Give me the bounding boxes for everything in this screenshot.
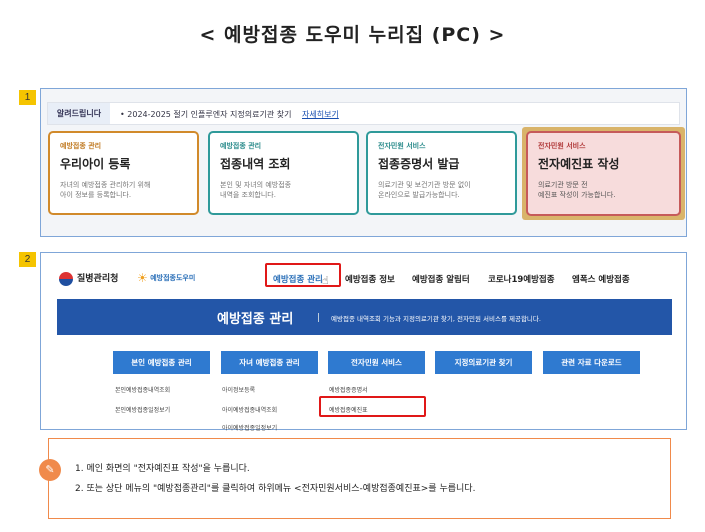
nav-mpox[interactable]: 엠폭스 예방접종 bbox=[572, 273, 630, 285]
card-desc: 온라인으로 발급가능합니다. bbox=[378, 191, 460, 199]
card-title: 우리아이 등록 bbox=[60, 157, 131, 171]
kdca-logo[interactable]: 질병관리청 bbox=[59, 271, 118, 286]
card-desc: 아이 정보를 등록합니다. bbox=[60, 191, 132, 199]
page-title: < 예방접종 도우미 누리집 (PC) > bbox=[199, 24, 506, 46]
site-logo[interactable]: ☀ 예방접종도우미 bbox=[137, 271, 195, 285]
notice-more-link[interactable]: 자세히보기 bbox=[302, 110, 339, 119]
card-certificate[interactable]: 전자민원 서비스 접종증명서 발급 의료기관 및 보건기관 방문 없이 온라인으… bbox=[366, 131, 517, 215]
instruction-note: ✎ 1. 메인 화면의 "전자예진표 작성"을 누릅니다. 2. 또는 상단 메… bbox=[39, 438, 671, 519]
highlight-submenu-box bbox=[319, 396, 426, 417]
notice-bar: 알려드립니다 • 2024-2025 절기 인플루엔자 지정의료기관 찾기 자세… bbox=[47, 102, 680, 125]
taegeuk-icon bbox=[59, 271, 73, 286]
banner-divider bbox=[318, 313, 319, 322]
banner-title: 예방접종 관리 bbox=[217, 312, 294, 327]
nav-vaccination-info[interactable]: 예방접종 정보 bbox=[345, 273, 395, 285]
menu-e-civil-service[interactable]: 전자민원 서비스 bbox=[328, 351, 425, 374]
submenu-item[interactable]: 아이정보등록 bbox=[222, 385, 255, 394]
card-register-child[interactable]: 예방접종 관리 우리아이 등록 자녀의 예방접종 관리하기 위해 아이 정보를 … bbox=[48, 131, 199, 215]
section-banner: 예방접종 관리 예방접종 내역조회 기능과 지정의료기관 찾기, 전자민원 서비… bbox=[57, 299, 672, 335]
menu-find-clinic[interactable]: 지정의료기관 찾기 bbox=[435, 351, 532, 374]
card-title: 접종증명서 발급 bbox=[378, 157, 460, 171]
card-category: 전자민원 서비스 bbox=[538, 142, 586, 150]
card-desc: 의료기관 및 보건기관 방문 없이 bbox=[378, 181, 471, 189]
notice-text: • 2024-2025 절기 인플루엔자 지정의료기관 찾기 bbox=[120, 110, 292, 119]
card-title: 접종내역 조회 bbox=[220, 157, 291, 171]
submenu-item[interactable]: 본인예방접종내역조회 bbox=[115, 385, 170, 394]
nav-vaccination-alert[interactable]: 예방접종 알림터 bbox=[412, 273, 470, 285]
submenu-item[interactable]: 본인예방접종일정보기 bbox=[115, 405, 170, 414]
step-badge-2: 2 bbox=[19, 252, 36, 267]
memo-icon: ✎ bbox=[39, 459, 61, 481]
card-title: 전자예진표 작성 bbox=[538, 157, 620, 171]
highlight-nav-box bbox=[265, 263, 341, 287]
card-desc: 자녀의 예방접종 관리하기 위해 bbox=[60, 181, 151, 189]
screenshot-menu-page: 질병관리청 ☀ 예방접종도우미 예방접종 관리 예방접종 정보 예방접종 알림터… bbox=[40, 252, 687, 432]
notice-tag: 알려드립니다 bbox=[48, 103, 110, 124]
card-category: 예방접종 관리 bbox=[220, 142, 262, 150]
card-category: 예방접종 관리 bbox=[60, 142, 102, 150]
nav-covid19[interactable]: 코로나19예방접종 bbox=[488, 273, 555, 285]
submenu-item[interactable]: 아이예방접종내역조회 bbox=[222, 405, 277, 414]
card-desc: 예진표 작성이 가능합니다. bbox=[538, 191, 616, 199]
instruction-line-1: 1. 메인 화면의 "전자예진표 작성"을 누릅니다. bbox=[75, 464, 250, 474]
card-history-lookup[interactable]: 예방접종 관리 접종내역 조회 본인 및 자녀의 예방접종 내역을 조회합니다. bbox=[208, 131, 359, 215]
pointer-cursor-icon: ☝ bbox=[322, 274, 329, 287]
step-badge-1: 1 bbox=[19, 90, 36, 105]
banner-desc: 예방접종 내역조회 기능과 지정의료기관 찾기, 전자민원 서비스를 제공합니다… bbox=[331, 315, 541, 323]
card-desc: 본인 및 자녀의 예방접종 bbox=[220, 181, 292, 189]
submenu-item[interactable]: 아이예방접종일정보기 bbox=[222, 423, 277, 432]
menu-download[interactable]: 관련 자료 다운로드 bbox=[543, 351, 640, 374]
card-desc: 내역을 조회합니다. bbox=[220, 191, 276, 199]
instruction-line-2: 2. 또는 상단 메뉴의 "예방접종관리"를 클릭하여 하위메뉴 <전자민원서비… bbox=[75, 484, 476, 494]
menu-self-management[interactable]: 본인 예방접종 관리 bbox=[113, 351, 210, 374]
menu-child-management[interactable]: 자녀 예방접종 관리 bbox=[221, 351, 318, 374]
card-desc: 의료기관 방문 전 bbox=[538, 181, 588, 189]
card-category: 전자민원 서비스 bbox=[378, 142, 426, 150]
sun-icon: ☀ bbox=[137, 271, 148, 285]
card-e-prescreen[interactable]: 전자민원 서비스 전자예진표 작성 의료기관 방문 전 예진표 작성이 가능합니… bbox=[526, 131, 681, 216]
screenshot-main-page: 알려드립니다 • 2024-2025 절기 인플루엔자 지정의료기관 찾기 자세… bbox=[40, 88, 687, 237]
submenu-item[interactable]: 예방접종증명서 bbox=[329, 385, 368, 394]
